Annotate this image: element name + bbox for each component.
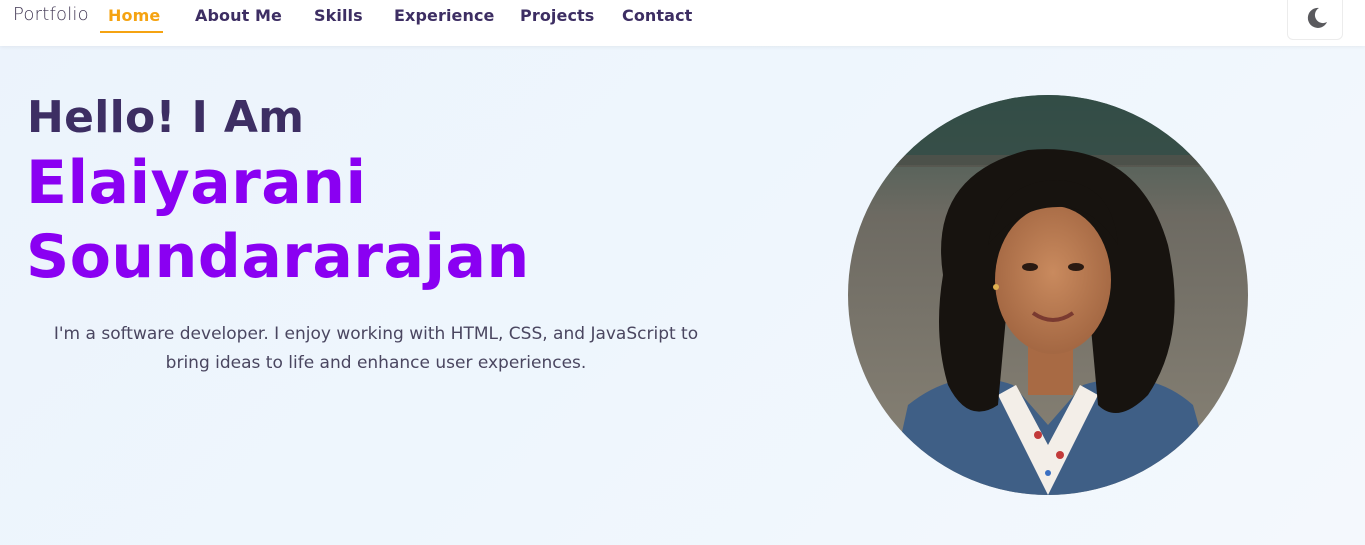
hero-intro-line-2: bring ideas to life and enhance user exp… xyxy=(165,353,587,373)
hero-first-name: Elaiyarani xyxy=(26,148,367,218)
profile-photo-illustration xyxy=(848,95,1248,495)
moon-icon xyxy=(1307,7,1327,28)
nav-link-skills[interactable]: Skills xyxy=(314,6,363,25)
nav-link-contact[interactable]: Contact xyxy=(622,6,692,25)
navbar: Portfolio Home About Me Skills Experienc… xyxy=(0,0,1365,46)
theme-toggle-button[interactable] xyxy=(1287,0,1343,40)
nav-link-experience[interactable]: Experience xyxy=(394,6,495,25)
hero-last-name: Soundararajan xyxy=(26,222,530,292)
hero-intro: I'm a software developer. I enjoy workin… xyxy=(36,320,716,378)
nav-link-projects[interactable]: Projects xyxy=(520,6,594,25)
nav-link-about[interactable]: About Me xyxy=(195,6,282,25)
hero-greeting: Hello! I Am xyxy=(27,92,305,143)
active-link-underline xyxy=(100,31,163,33)
nav-link-home[interactable]: Home xyxy=(108,6,160,25)
hero-intro-line-1: I'm a software developer. I enjoy workin… xyxy=(53,324,699,344)
profile-photo xyxy=(848,95,1248,495)
brand-logo[interactable]: Portfolio xyxy=(13,4,89,25)
